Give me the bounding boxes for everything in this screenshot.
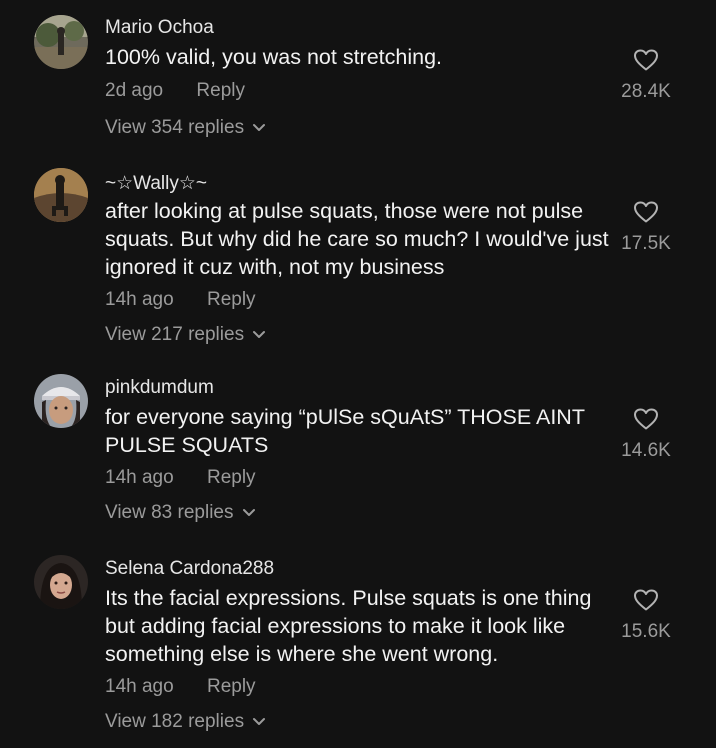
avatar[interactable]: [34, 168, 88, 222]
chevron-down-icon: [242, 502, 256, 524]
comment-time: 2d ago: [105, 80, 164, 101]
reply-button[interactable]: Reply: [207, 467, 256, 488]
comment-time: 14h ago: [105, 467, 174, 488]
avatar[interactable]: [34, 555, 88, 609]
view-replies-label: View 83 replies: [105, 502, 234, 523]
reply-button[interactable]: Reply: [207, 289, 256, 310]
chevron-down-icon: [252, 117, 266, 139]
reply-button[interactable]: Reply: [207, 676, 256, 697]
chevron-down-icon: [252, 711, 266, 733]
comment-meta: 14h ago Reply: [105, 467, 256, 489]
reply-button[interactable]: Reply: [196, 80, 245, 101]
heart-outline-icon: [610, 48, 682, 77]
avatar[interactable]: [34, 15, 88, 69]
comment-text: for everyone saying “pUlSe sQuAtS” THOSE…: [105, 405, 585, 457]
comment-text: 100% valid, you was not stretching.: [105, 45, 443, 69]
heart-outline-icon: [610, 588, 682, 617]
like-button[interactable]: 28.4K: [610, 48, 682, 103]
avatar[interactable]: [34, 374, 88, 428]
chevron-down-icon: [252, 324, 266, 346]
like-button[interactable]: 15.6K: [610, 588, 682, 643]
heart-outline-icon: [610, 200, 682, 229]
comment-meta: 14h ago Reply: [105, 289, 256, 311]
comment-time: 14h ago: [105, 676, 174, 697]
comment-text: after looking at pulse squats, those wer…: [105, 199, 609, 279]
heart-outline-icon: [610, 407, 682, 436]
comment-username[interactable]: Selena Cardona288: [105, 558, 274, 580]
view-replies-label: View 354 replies: [105, 117, 245, 138]
comment-text: Its the facial expressions. Pulse squats…: [105, 586, 592, 666]
like-count: 15.6K: [621, 621, 671, 642]
view-replies-label: View 182 replies: [105, 711, 245, 732]
like-button[interactable]: 14.6K: [610, 407, 682, 462]
view-replies-label: View 217 replies: [105, 324, 245, 345]
comment-meta: 2d ago Reply: [105, 80, 245, 102]
comment-meta: 14h ago Reply: [105, 676, 256, 698]
view-replies-button[interactable]: View 217 replies: [105, 324, 266, 346]
comment-username[interactable]: pinkdumdum: [105, 377, 214, 399]
view-replies-button[interactable]: View 83 replies: [105, 502, 256, 524]
like-count: 28.4K: [621, 81, 671, 102]
comment-username[interactable]: Mario Ochoa: [105, 17, 214, 39]
like-count: 17.5K: [621, 233, 671, 254]
view-replies-button[interactable]: View 354 replies: [105, 117, 266, 139]
comment-username[interactable]: ~☆Wally☆~: [105, 172, 207, 195]
view-replies-button[interactable]: View 182 replies: [105, 711, 266, 733]
comment-time: 14h ago: [105, 289, 174, 310]
like-button[interactable]: 17.5K: [610, 200, 682, 255]
like-count: 14.6K: [621, 440, 671, 461]
